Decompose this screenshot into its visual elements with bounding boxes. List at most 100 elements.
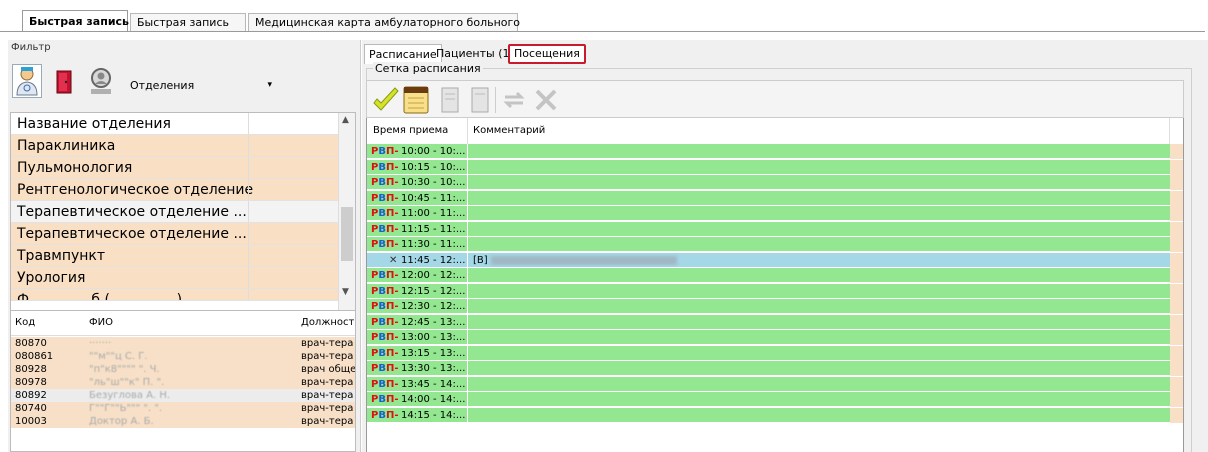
rvp-badge: РВП- xyxy=(371,223,399,235)
rvp-badge: РВП- xyxy=(371,394,399,405)
cancel-icon[interactable]: ✕ xyxy=(389,253,397,268)
add-note-icon[interactable] xyxy=(371,85,401,118)
time-slot-label: 13:45 - 14:... xyxy=(401,378,466,390)
department-select[interactable]: Отделения ▾ xyxy=(130,78,280,94)
schedule-row[interactable]: РВП- 11:00 - 11:... xyxy=(367,206,1183,221)
rvp-badge: РВП- xyxy=(371,270,399,281)
schedule-row[interactable]: РВП- 11:15 - 11:... xyxy=(367,221,1183,237)
schedule-row[interactable]: РВП- 14:15 - 14:... xyxy=(367,407,1183,423)
time-slot-label: 11:45 - 12:... xyxy=(401,254,466,266)
column-header-time[interactable]: Время приема xyxy=(373,118,448,144)
list-item[interactable]: Ф..............б (...............) xyxy=(11,289,340,301)
list-item[interactable]: Рентгенологическое отделение xyxy=(11,179,340,201)
column-header-name[interactable]: ФИО xyxy=(89,311,113,335)
schedule-grid-header: Время приема Комментарий xyxy=(367,118,1183,145)
schedule-row[interactable]: РВП- 13:15 - 13:... xyxy=(367,345,1183,361)
column-header-code[interactable]: Код xyxy=(15,311,35,335)
rvp-badge: РВП- xyxy=(371,363,399,374)
schedule-row[interactable]: РВП- 13:00 - 13:... xyxy=(367,330,1183,345)
department-list-header[interactable]: Название отделения xyxy=(11,113,340,135)
tab-divider xyxy=(0,31,1205,32)
table-row[interactable]: 10003 Доктор А. Б. врач-тера xyxy=(11,415,355,428)
schedule-row[interactable]: РВП- 12:45 - 13:... xyxy=(367,314,1183,330)
schedule-row[interactable]: РВП- 12:15 - 12:... xyxy=(367,283,1183,299)
time-slot-label: 11:15 - 11:... xyxy=(401,223,466,235)
search-person-button[interactable] xyxy=(86,64,116,98)
doctor-filter-button[interactable] xyxy=(12,64,42,98)
list-item[interactable]: Пульмонология xyxy=(11,157,340,179)
tab-schedule[interactable]: Расписание xyxy=(364,44,442,64)
list-item[interactable]: Параклиника xyxy=(11,135,340,157)
department-scrollbar[interactable]: ▲ ▼ xyxy=(338,113,355,335)
notepad-icon[interactable] xyxy=(401,85,431,118)
time-slot-label: 13:30 - 13:... xyxy=(401,363,466,374)
time-slot-label: 10:00 - 10:... xyxy=(401,146,466,157)
schedule-grid: Время приема Комментарий РВП- 10:00 - 10:… xyxy=(366,118,1184,452)
tab-visits[interactable]: Посещения xyxy=(508,44,586,64)
rvp-badge: РВП- xyxy=(371,378,399,390)
scroll-icon[interactable] xyxy=(437,85,463,118)
rvp-badge: РВП- xyxy=(371,316,399,328)
tab-outpatient-card[interactable]: Медицинская карта амбулаторного больного xyxy=(248,13,520,31)
toolbar-separator xyxy=(495,87,496,113)
tab-quick-booking[interactable]: Быстрая запись xyxy=(130,13,246,31)
schedule-row[interactable]: РВП- 13:45 - 14:... xyxy=(367,376,1183,392)
schedule-group-label: Сетка расписания xyxy=(373,62,483,75)
scroll-down-icon[interactable]: ▼ xyxy=(342,287,349,297)
tab-quick-booking-active[interactable]: Быстрая запись xyxy=(22,10,129,32)
door-icon xyxy=(56,70,72,94)
table-row[interactable]: 80928 "п"к8"""" ". Ч. врач обще xyxy=(11,363,355,376)
rvp-badge: РВП- xyxy=(371,192,399,204)
rvp-badge: РВП- xyxy=(371,208,399,219)
right-panel: Расписание Пациенты (1) Посещения Сетка … xyxy=(362,40,1208,452)
rvp-badge: РВП- xyxy=(371,409,399,421)
rvp-badge: РВП- xyxy=(371,301,399,312)
time-slot-label: 10:15 - 10:... xyxy=(401,161,466,173)
time-slot-label: 10:30 - 10:... xyxy=(401,177,466,188)
scroll-up-icon[interactable]: ▲ xyxy=(342,115,349,125)
schedule-row[interactable]: РВП- 10:45 - 11:... xyxy=(367,190,1183,206)
schedule-row[interactable]: РВП- 10:00 - 10:... xyxy=(367,144,1183,159)
schedule-row[interactable]: РВП- 12:00 - 12:... xyxy=(367,268,1183,283)
column-header-comment[interactable]: Комментарий xyxy=(473,118,545,144)
table-row-selected[interactable]: 80892 Безуглова А. Н. врач-тера xyxy=(11,389,355,402)
tab-patients[interactable]: Пациенты (1) xyxy=(432,44,518,64)
list-item[interactable]: Урология xyxy=(11,267,340,289)
schedule-row[interactable]: РВП- 11:30 - 11:... xyxy=(367,237,1183,252)
table-row[interactable]: 080861 ""м""ц С. Г. врач-тера xyxy=(11,350,355,363)
department-select-value: Отделения xyxy=(130,79,195,92)
table-row[interactable]: 80740 Г""Г""Ь""" ". ". врач-тера xyxy=(11,402,355,415)
filter-label: Фильтр xyxy=(11,42,51,53)
search-person-icon xyxy=(91,68,111,94)
table-row[interactable]: 80870 ······· врач-тера xyxy=(11,337,355,350)
schedule-row[interactable]: РВП- 10:15 - 10:... xyxy=(367,159,1183,175)
rvp-badge: РВП- xyxy=(371,285,399,297)
top-tab-strip: Быстрая запись Быстрая запись Медицинска… xyxy=(0,0,1208,32)
rvp-badge: РВП- xyxy=(371,161,399,173)
list-item[interactable]: Травмпункт xyxy=(11,245,340,267)
time-slot-label: 10:45 - 11:... xyxy=(401,192,466,204)
left-panel: Фильтр Отделения ▾ Название отделения Па… xyxy=(8,40,361,452)
scroll-alt-icon[interactable] xyxy=(467,85,493,118)
schedule-row[interactable]: РВП- 14:00 - 14:... xyxy=(367,392,1183,407)
time-slot-label: 13:00 - 13:... xyxy=(401,332,466,343)
rvp-badge: РВП- xyxy=(371,332,399,343)
redacted-text xyxy=(491,255,677,265)
schedule-row[interactable]: РВП- 13:30 - 13:... xyxy=(367,361,1183,376)
list-item-selected[interactable]: Терапевтическое отделение ... xyxy=(11,201,340,223)
room-filter-button[interactable] xyxy=(48,64,78,98)
list-item[interactable]: Терапевтическое отделение ... xyxy=(11,223,340,245)
schedule-row[interactable]: РВП- 10:30 - 10:... xyxy=(367,175,1183,190)
table-row[interactable]: 80978 "ль"ш""к" П. ". врач-тера xyxy=(11,376,355,389)
rvp-badge: РВП- xyxy=(371,347,399,359)
cancel-icon[interactable] xyxy=(531,85,561,118)
schedule-row[interactable]: РВП- 12:30 - 12:... xyxy=(367,299,1183,314)
staff-table-header: Код ФИО Должност xyxy=(11,311,355,336)
time-slot-label: 13:15 - 13:... xyxy=(401,347,466,359)
time-slot-label: 12:45 - 13:... xyxy=(401,316,466,328)
column-header-position[interactable]: Должност xyxy=(301,311,354,335)
time-slot-label: 14:00 - 14:... xyxy=(401,394,466,405)
scroll-thumb[interactable] xyxy=(341,207,353,261)
refresh-icon[interactable] xyxy=(499,85,529,118)
schedule-row-booked[interactable]: ✕ 11:45 - 12:... [В] xyxy=(367,252,1183,268)
